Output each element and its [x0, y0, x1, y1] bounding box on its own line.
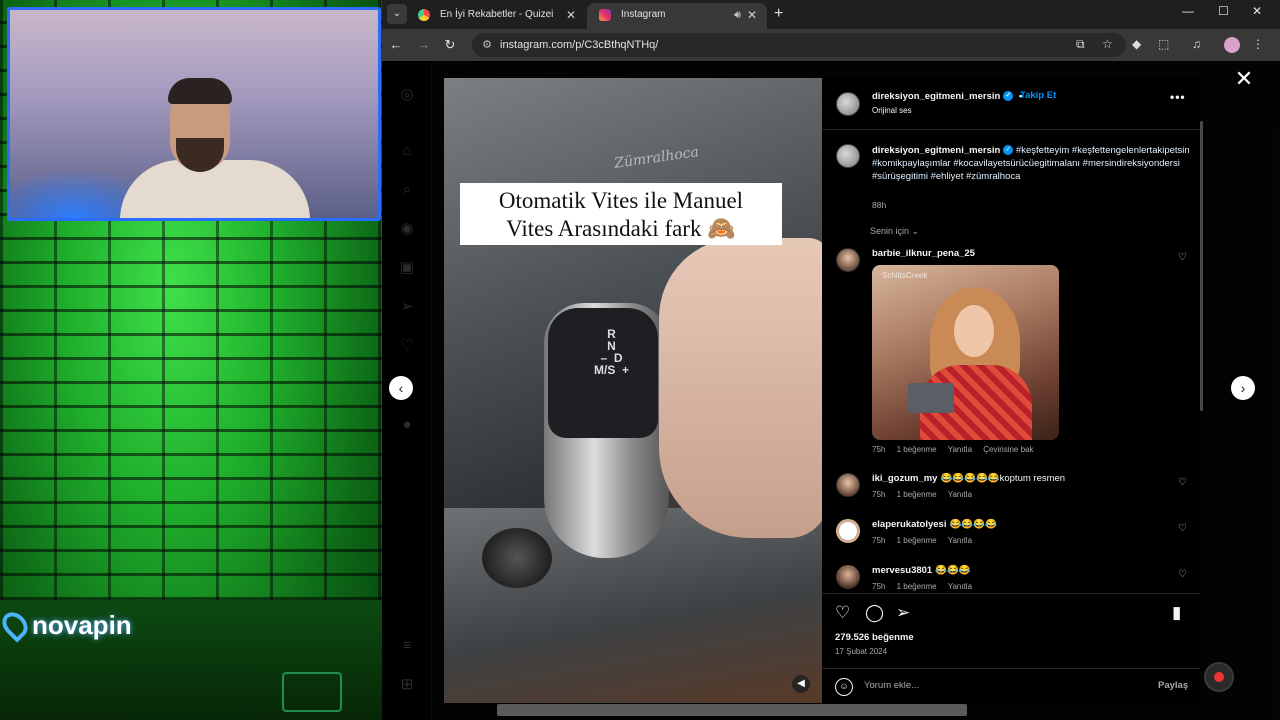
gear-labels: R N – D M/S +: [594, 327, 630, 377]
tab-label: Instagram: [621, 9, 666, 20]
site-info-icon[interactable]: ⚙: [480, 38, 494, 52]
comment-meta: 75h 1 beğenme Yanıtla: [872, 490, 973, 499]
comment-text: 😂😂😂😂: [949, 519, 997, 530]
kebab-menu-icon[interactable]: ⋮: [1252, 37, 1264, 51]
verified-icon: ✓: [1003, 91, 1014, 102]
tab-label: En İyi Rekabetler - Quizei: [440, 9, 554, 20]
forward-icon[interactable]: →: [414, 35, 434, 55]
comment-meta: 75h 1 beğenme Yanıtla: [872, 582, 973, 591]
bookmark-icon[interactable]: ▮: [1172, 603, 1181, 623]
floating-record-icon[interactable]: [1204, 662, 1234, 692]
follow-button[interactable]: Takip Et: [1020, 90, 1056, 101]
browser-toolbar: ← → ↻ ⚙ instagram.com/p/C3cBthqNTHq/ ⧉ ☆…: [382, 29, 1280, 61]
comment-like-icon[interactable]: ♡: [1178, 569, 1187, 580]
pin-icon: [0, 607, 33, 643]
hand: [659, 238, 822, 538]
horizontal-scrollbar[interactable]: [497, 704, 967, 716]
commenter-avatar[interactable]: [836, 565, 860, 589]
comment-like-icon[interactable]: ♡: [1178, 477, 1187, 488]
tab-instagram[interactable]: Instagram 🔊︎ ✕: [587, 3, 767, 29]
comment-input[interactable]: Yorum ekle...: [864, 680, 919, 691]
post-actions: ♡ ◯ ➢ ▮ 279.526 beğenme 17 Şubat 2024 ☺ …: [822, 593, 1200, 703]
video-watermark: Zümralhoca: [613, 144, 700, 172]
commenter-avatar[interactable]: [836, 473, 860, 497]
close-window-icon[interactable]: ✕: [1252, 4, 1262, 18]
maximize-icon[interactable]: ☐: [1218, 4, 1229, 18]
instagram-favicon-icon: [599, 9, 611, 21]
like-count[interactable]: 279.526 beğenme: [835, 632, 914, 643]
post-caption: direksiyon_egitmeni_mersin ✓ #keşfetteyim…: [872, 144, 1194, 183]
tab-quizei[interactable]: En İyi Rekabetler - Quizei ✕: [406, 3, 586, 29]
heart-icon[interactable]: ♡: [835, 603, 850, 623]
emoji-icon[interactable]: ☺: [835, 678, 853, 696]
minimize-icon[interactable]: —: [1182, 4, 1194, 18]
comment-text: 😂😂😂: [935, 565, 971, 576]
caption-time: 88h: [872, 200, 887, 210]
comment-like-icon[interactable]: ♡: [1178, 252, 1187, 263]
close-icon[interactable]: ✕: [1234, 68, 1254, 90]
comment-meta: 75h 1 beğenme Yanıtla: [872, 536, 973, 545]
sort-dropdown[interactable]: Senin için ⌄: [870, 226, 919, 237]
tab-bar: ⌄ En İyi Rekabetler - Quizei ✕ Instagram…: [382, 0, 1280, 29]
profile-avatar[interactable]: [1224, 37, 1240, 53]
close-tab-icon[interactable]: ✕: [566, 3, 576, 27]
chevron-left-icon[interactable]: ‹: [389, 376, 413, 400]
comment-meta: 75h 1 beğenme Yanıtla Çevirisine bak: [872, 445, 1034, 454]
commenter-username[interactable]: elaperukatolyesi 😂😂😂😂: [872, 519, 997, 530]
share-icon[interactable]: ➢: [896, 603, 910, 623]
instagram-page: ◎ ⌂ ⌕ ◉ ▣ ➢ ♡ ● ≡ ⊞ ✕ ‹ ›: [382, 61, 1280, 720]
caption-avatar[interactable]: [836, 144, 860, 168]
tab-search-icon[interactable]: ⌄: [387, 4, 407, 24]
post-details-panel: direksiyon_egitmeni_mersin ✓ • Takip Et O…: [822, 78, 1200, 703]
video-caption: Otomatik Vites ile Manuel Vites Arasında…: [460, 183, 782, 245]
close-tab-icon[interactable]: ✕: [747, 3, 757, 27]
bookmark-star-icon[interactable]: ☆: [1102, 37, 1113, 51]
comment-icon[interactable]: ◯: [865, 603, 884, 623]
browser-window: ⌄ En İyi Rekabetler - Quizei ✕ Instagram…: [382, 0, 1280, 720]
comment-like-icon[interactable]: ♡: [1178, 523, 1187, 534]
post-comment-button[interactable]: Paylaş: [1158, 680, 1188, 691]
streamer: [120, 160, 310, 218]
quizei-favicon-icon: [418, 9, 430, 21]
extension-icon[interactable]: ◆: [1132, 37, 1141, 51]
url-text: instagram.com/p/C3cBthqNTHq/: [500, 39, 659, 51]
media-icon[interactable]: ♫: [1192, 37, 1201, 51]
panel-scrollbar[interactable]: [1200, 121, 1203, 411]
address-bar[interactable]: ⚙ instagram.com/p/C3cBthqNTHq/ ⧉ ☆: [472, 33, 1126, 57]
verified-icon: ✓: [1003, 145, 1014, 156]
comment-bar: ☺ Yorum ekle... Paylaş: [822, 668, 1200, 703]
install-icon[interactable]: ⧉: [1076, 37, 1085, 52]
brand-logo: novapin: [0, 607, 132, 643]
commenter-avatar[interactable]: [836, 519, 860, 543]
speaker-icon[interactable]: 🔊︎: [734, 3, 741, 27]
webcam-feed: [7, 7, 381, 221]
commenter-username[interactable]: mervesu3801 😂😂😂: [872, 565, 971, 576]
back-icon[interactable]: ←: [386, 35, 406, 55]
commenter-username[interactable]: barbie_ilknur_pena_25: [872, 248, 975, 259]
author-avatar[interactable]: [836, 92, 860, 116]
screen: novapin ⌄ En İyi Rekabetler - Quizei ✕ I…: [0, 0, 1280, 720]
more-options-icon[interactable]: •••: [1170, 90, 1186, 104]
author-username[interactable]: direksiyon_egitmeni_mersin ✓ •: [872, 91, 1022, 102]
comment-text: 😂😂😂😂😂koptum resmen: [940, 473, 1066, 484]
post-video[interactable]: R N – D M/S + Zümralhoca Otomatik Vites …: [444, 78, 822, 703]
commenter-username[interactable]: iki_gozum_my 😂😂😂😂😂koptum resmen: [872, 473, 1065, 484]
audio-label[interactable]: Orijinal ses: [872, 106, 912, 115]
commenter-avatar[interactable]: [836, 248, 860, 272]
caption-username[interactable]: direksiyon_egitmeni_mersin: [872, 145, 1000, 156]
new-tab-icon[interactable]: +: [774, 3, 783, 25]
comment-gif[interactable]: SchittsCreek: [872, 265, 1059, 440]
post-header: direksiyon_egitmeni_mersin ✓ • Takip Et O…: [822, 78, 1200, 130]
mute-icon[interactable]: ◀︎: [792, 675, 810, 693]
puzzle-icon[interactable]: ⬚: [1158, 37, 1169, 51]
chevron-right-icon[interactable]: ›: [1231, 376, 1255, 400]
reload-icon[interactable]: ↻: [440, 35, 460, 55]
corner-badge: [282, 672, 342, 712]
post-date: 17 Şubat 2024: [835, 647, 888, 656]
